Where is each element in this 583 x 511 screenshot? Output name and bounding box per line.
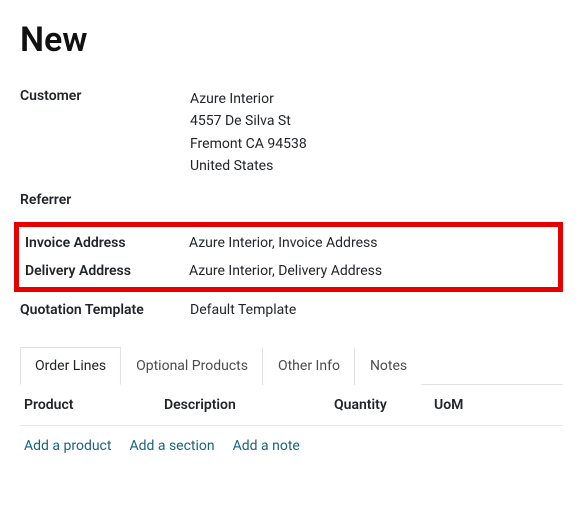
delivery-address-row: Delivery Address Azure Interior, Deliver… (25, 263, 552, 279)
order-lines-header: Product Description Quantity UoM (20, 385, 563, 426)
referrer-row: Referrer (20, 192, 563, 208)
invoice-address-label: Invoice Address (25, 235, 189, 251)
customer-city: Fremont CA 94538 (190, 133, 563, 155)
page-title: New (20, 20, 563, 60)
customer-value[interactable]: Azure Interior 4557 De Silva St Fremont … (190, 88, 563, 178)
column-uom: UoM (434, 397, 514, 413)
tab-order-lines[interactable]: Order Lines (20, 347, 121, 385)
column-quantity: Quantity (334, 397, 434, 413)
address-highlight-box: Invoice Address Azure Interior, Invoice … (14, 222, 563, 292)
customer-name: Azure Interior (190, 88, 563, 110)
tab-notes[interactable]: Notes (355, 347, 421, 385)
quotation-template-row: Quotation Template Default Template (20, 302, 563, 318)
referrer-label: Referrer (20, 192, 190, 208)
customer-country: United States (190, 155, 563, 177)
delivery-address-label: Delivery Address (25, 263, 189, 279)
delivery-address-value[interactable]: Azure Interior, Delivery Address (189, 263, 552, 279)
tab-other-info[interactable]: Other Info (263, 347, 355, 385)
add-section-link[interactable]: Add a section (129, 438, 214, 454)
customer-street: 4557 De Silva St (190, 110, 563, 132)
invoice-address-row: Invoice Address Azure Interior, Invoice … (25, 235, 552, 251)
customer-label: Customer (20, 88, 190, 104)
column-description: Description (164, 397, 334, 413)
quotation-template-value[interactable]: Default Template (190, 302, 563, 318)
column-product: Product (24, 397, 164, 413)
tab-optional-products[interactable]: Optional Products (121, 347, 263, 385)
invoice-address-value[interactable]: Azure Interior, Invoice Address (189, 235, 552, 251)
customer-row: Customer Azure Interior 4557 De Silva St… (20, 88, 563, 178)
order-lines-actions: Add a product Add a section Add a note (20, 426, 563, 466)
quotation-template-label: Quotation Template (20, 302, 190, 318)
add-product-link[interactable]: Add a product (24, 438, 111, 454)
add-note-link[interactable]: Add a note (233, 438, 300, 454)
tabs: Order Lines Optional Products Other Info… (20, 346, 563, 385)
